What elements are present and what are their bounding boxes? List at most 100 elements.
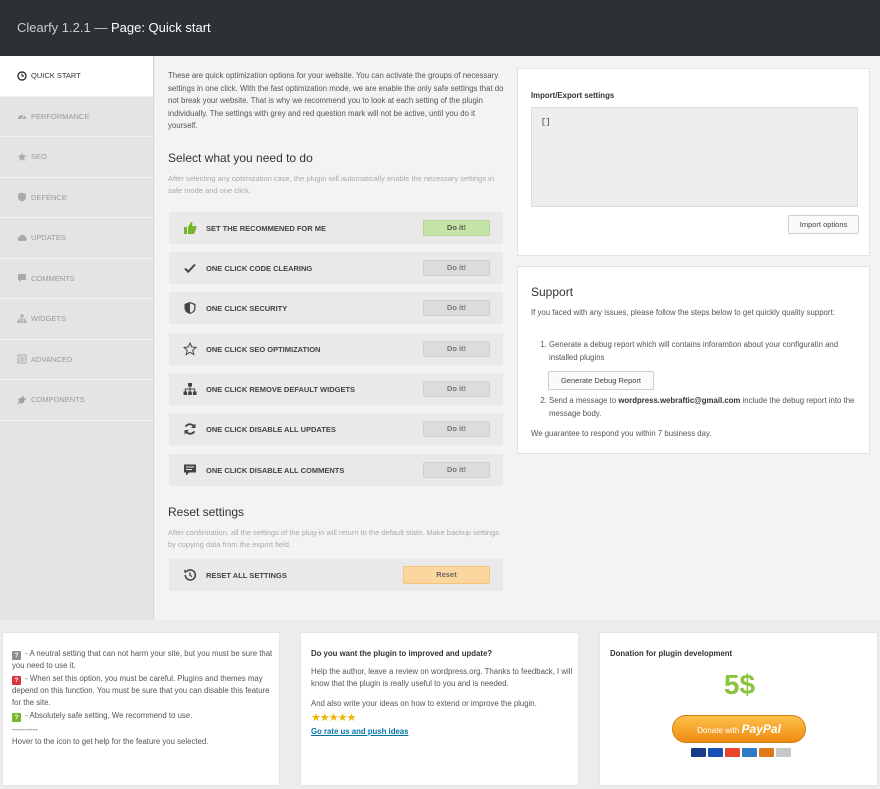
review-title: Do you want the plugin to improved and u… [311, 649, 493, 658]
option-reset: RESET ALL SETTINGS Reset [169, 559, 503, 591]
option-label: ONE CLICK SEO OPTIMIZATION [206, 344, 321, 354]
donate-paypal-button[interactable]: Donate with PayPal [672, 715, 806, 743]
page-name: Page: Quick start [110, 20, 211, 35]
support-footer: We guarantee to respond you within 7 bus… [531, 429, 712, 438]
sidebar-item-performance[interactable]: PERFORMANCE [0, 97, 153, 137]
legend-hover-hint: Hover to the icon to get help for the fe… [12, 737, 209, 746]
sidebar-item-defence[interactable]: DEFENCE [0, 178, 153, 218]
support-steps-2: Send a message to wordpress.webraftic@gm… [549, 395, 859, 420]
question-grey-icon: ? [12, 651, 21, 660]
plugin-icon [16, 394, 27, 405]
clock-icon [16, 70, 27, 81]
option-disable-comments: ONE CLICK DISABLE ALL COMMENTS Do it! [169, 454, 503, 486]
checkmark-icon [181, 259, 199, 277]
sidebar: QUICK START PERFORMANCE SEO DEFENCE UPDA… [0, 56, 154, 620]
do-it-button[interactable]: Do it! [423, 300, 490, 316]
do-it-button[interactable]: Do it! [423, 260, 490, 276]
list-icon [16, 354, 27, 365]
rate-us-link[interactable]: Go rate us and push ideas [311, 727, 573, 736]
support-steps: Generate a debug report which will conta… [549, 339, 859, 364]
review-text-1: Help the author, leave a review on wordp… [311, 667, 573, 688]
donation-title: Donation for plugin development [610, 649, 733, 658]
shield-icon [16, 192, 27, 203]
import-export-title: Import/Export settings [531, 91, 615, 100]
cloud-icon [16, 232, 27, 243]
support-step-2: Send a message to wordpress.webraftic@gm… [549, 395, 859, 420]
history-icon [181, 566, 199, 584]
page-title: Clearfy 1.2.1 — Page: Quick start [17, 20, 211, 35]
comment-icon [16, 273, 27, 284]
paypal-logo: PayPal [741, 722, 781, 736]
sidebar-item-seo[interactable]: SEO [0, 137, 153, 178]
generate-debug-report-button[interactable]: Generate Debug Report [548, 371, 654, 390]
shield-icon [181, 299, 199, 317]
sidebar-item-label: COMPONENTS [31, 395, 85, 405]
step-1-text: Generate a debug report which will conta… [549, 340, 839, 362]
question-green-icon: ? [12, 713, 21, 722]
import-export-panel: Import/Export settings [] Import options [517, 68, 870, 256]
legend-box: ? - A neutral setting that can not harm … [2, 632, 280, 786]
star-outline-icon [181, 340, 199, 358]
do-it-button[interactable]: Do it! [423, 220, 490, 236]
legend-red-text: - When set this option, you must be care… [12, 674, 270, 707]
support-step-1: Generate a debug report which will conta… [549, 339, 859, 364]
reset-title: Reset settings [168, 505, 245, 519]
do-it-button[interactable]: Do it! [423, 341, 490, 357]
support-panel: Support If you faced with any issues, pl… [517, 266, 870, 454]
option-disable-updates: ONE CLICK DISABLE ALL UPDATES Do it! [169, 413, 503, 445]
option-label: RESET ALL SETTINGS [206, 570, 287, 580]
donate-label: Donate with [697, 726, 742, 735]
donation-amount: 5$ [723, 669, 756, 700]
reset-button[interactable]: Reset [403, 566, 490, 584]
legend-grey: ? - A neutral setting that can not harm … [12, 648, 274, 672]
option-recommended: SET THE RECOMMENED FOR ME Do it! [169, 212, 503, 244]
refresh-icon [181, 420, 199, 438]
intro-text: These are quick optimization options for… [168, 71, 504, 130]
legend-red: ? - When set this option, you must be ca… [12, 673, 274, 709]
sidebar-item-advanced[interactable]: ADVANCED [0, 340, 153, 380]
reset-description: After confirmation, all the settings of … [168, 528, 500, 549]
import-export-textarea[interactable]: [] [531, 107, 858, 207]
main-content: These are quick optimization options for… [155, 56, 880, 620]
import-options-button[interactable]: Import options [788, 215, 859, 234]
sidebar-item-comments[interactable]: COMMENTS [0, 259, 153, 299]
review-text-2: And also write your ideas on how to exte… [311, 699, 537, 708]
app-header: Clearfy 1.2.1 — Page: Quick start [0, 0, 880, 56]
sidebar-item-label: PERFORMANCE [31, 111, 90, 121]
do-it-button[interactable]: Do it! [423, 421, 490, 437]
sidebar-item-label: ADVANCED [31, 354, 73, 364]
option-seo: ONE CLICK SEO OPTIMIZATION Do it! [169, 333, 503, 365]
option-label: ONE CLICK DISABLE ALL UPDATES [206, 424, 336, 434]
sitemap-icon [16, 313, 27, 324]
donation-box: Donation for plugin development 5$ Donat… [599, 632, 878, 786]
app-name: Clearfy 1.2.1 — [17, 20, 108, 35]
option-label: ONE CLICK SECURITY [206, 303, 288, 313]
option-label: ONE CLICK REMOVE DEFAULT WIDGETS [206, 384, 356, 394]
comment-icon [181, 461, 199, 479]
sidebar-item-label: QUICK START [31, 71, 81, 81]
do-it-button[interactable]: Do it! [423, 381, 490, 397]
sidebar-item-components[interactable]: COMPONENTS [0, 380, 153, 421]
dashboard-icon [16, 111, 27, 122]
option-security: ONE CLICK SECURITY Do it! [169, 292, 503, 324]
sidebar-item-updates[interactable]: UPDATES [0, 218, 153, 259]
option-code-clearing: ONE CLICK CODE CLEARING Do it! [169, 252, 503, 284]
sidebar-item-quick-start[interactable]: QUICK START [0, 56, 153, 97]
support-intro: If you faced with any issues, please fol… [531, 308, 835, 317]
do-it-button[interactable]: Do it! [423, 462, 490, 478]
sidebar-item-label: DEFENCE [31, 192, 67, 202]
sidebar-item-label: WIDGETS [31, 314, 66, 324]
support-title: Support [531, 285, 574, 299]
sidebar-item-widgets[interactable]: WIDGETS [0, 299, 153, 340]
step-2-pre: Send a message to [549, 396, 619, 405]
rating-stars-icon[interactable]: ★★★★★ [311, 712, 573, 725]
question-red-icon: ? [12, 676, 21, 685]
legend-grey-text: - A neutral setting that can not harm yo… [12, 649, 273, 670]
option-label: ONE CLICK DISABLE ALL COMMENTS [206, 465, 345, 475]
payment-cards-icon [691, 748, 791, 757]
thumbs-up-icon [181, 219, 199, 237]
support-email: wordpress.webraftic@gmail.com [618, 396, 741, 405]
star-icon [16, 151, 27, 162]
select-title: Select what you need to do [168, 151, 313, 165]
legend-green-text: - Absolutely safe setting, We recommend … [23, 711, 193, 720]
